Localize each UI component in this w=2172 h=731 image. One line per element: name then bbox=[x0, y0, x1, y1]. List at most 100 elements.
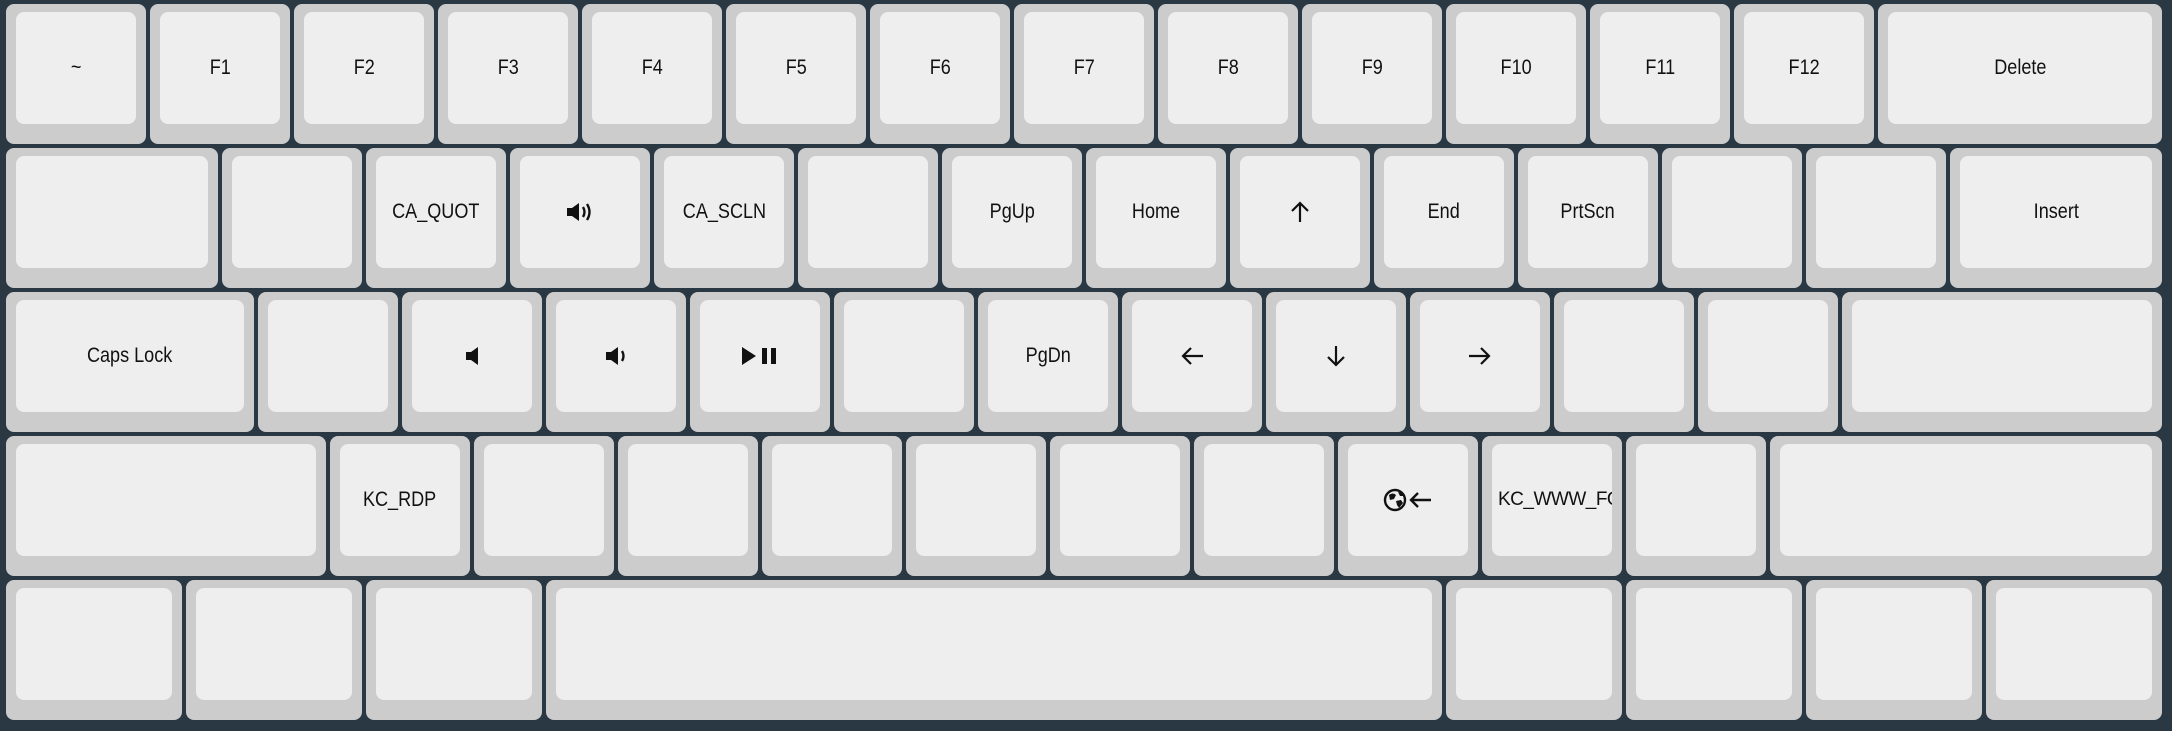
key-end[interactable]: End bbox=[1374, 148, 1514, 288]
key-delete[interactable]: Delete bbox=[1878, 4, 2162, 144]
key-label: KC_WWW_FORWARD bbox=[1498, 489, 1612, 510]
keycap bbox=[556, 588, 1432, 700]
key-blank[interactable] bbox=[1842, 292, 2162, 432]
key-f8[interactable]: F8 bbox=[1158, 4, 1298, 144]
key-blank[interactable] bbox=[6, 580, 182, 720]
key-blank[interactable] bbox=[1662, 148, 1802, 288]
key-home[interactable]: Home bbox=[1086, 148, 1226, 288]
browser-back-icon bbox=[1383, 487, 1433, 513]
keycap bbox=[916, 444, 1036, 556]
key-pgdn[interactable]: PgDn bbox=[978, 292, 1118, 432]
keycap bbox=[1060, 444, 1180, 556]
keycap: Insert bbox=[1960, 156, 2152, 268]
keycap bbox=[1276, 300, 1396, 412]
key-arrow-up[interactable] bbox=[1230, 148, 1370, 288]
key-label: Insert bbox=[2033, 200, 2079, 223]
key-label: F2 bbox=[353, 56, 375, 79]
key-mute[interactable] bbox=[402, 292, 542, 432]
keycap bbox=[1420, 300, 1540, 412]
key-label: F1 bbox=[209, 56, 231, 79]
key-blank[interactable] bbox=[1626, 580, 1802, 720]
key-f2[interactable]: F2 bbox=[294, 4, 434, 144]
key-blank[interactable] bbox=[1806, 148, 1946, 288]
keycap: F9 bbox=[1312, 12, 1432, 124]
key-label: Home bbox=[1131, 200, 1181, 223]
key-blank[interactable] bbox=[906, 436, 1046, 576]
key-f5[interactable]: F5 bbox=[726, 4, 866, 144]
key-blank[interactable] bbox=[222, 148, 362, 288]
key-blank[interactable] bbox=[798, 148, 938, 288]
keycap bbox=[1132, 300, 1252, 412]
key-insert[interactable]: Insert bbox=[1950, 148, 2162, 288]
key-f1[interactable]: F1 bbox=[150, 4, 290, 144]
arrow-up-icon bbox=[1289, 200, 1311, 224]
key-label: F5 bbox=[785, 56, 807, 79]
key-blank[interactable] bbox=[1050, 436, 1190, 576]
key-arrow-down[interactable] bbox=[1266, 292, 1406, 432]
key-pgup[interactable]: PgUp bbox=[942, 148, 1082, 288]
key-blank[interactable] bbox=[834, 292, 974, 432]
keycap: Home bbox=[1096, 156, 1216, 268]
keycap bbox=[1816, 588, 1972, 700]
key-browser-back[interactable] bbox=[1338, 436, 1478, 576]
key-f7[interactable]: F7 bbox=[1014, 4, 1154, 144]
key-kc-rdp[interactable]: KC_RDP bbox=[330, 436, 470, 576]
key-blank[interactable] bbox=[1986, 580, 2162, 720]
key-blank[interactable] bbox=[258, 292, 398, 432]
key-blank[interactable] bbox=[1194, 436, 1334, 576]
key-blank[interactable] bbox=[1770, 436, 2162, 576]
keycap bbox=[628, 444, 748, 556]
key-f12[interactable]: F12 bbox=[1734, 4, 1874, 144]
key-kc-www-forward[interactable]: KC_WWW_FORWARD bbox=[1482, 436, 1622, 576]
keycap bbox=[1852, 300, 2152, 412]
volume-up-icon bbox=[565, 201, 595, 223]
keycap: KC_RDP bbox=[340, 444, 460, 556]
key-blank[interactable] bbox=[474, 436, 614, 576]
key-label: KC_RDP bbox=[363, 488, 437, 511]
keycap bbox=[196, 588, 352, 700]
key-blank[interactable] bbox=[6, 436, 326, 576]
key-blank[interactable] bbox=[6, 148, 218, 288]
key-ca-scln[interactable]: CA_SCLN bbox=[654, 148, 794, 288]
key-f10[interactable]: F10 bbox=[1446, 4, 1586, 144]
key-label: Delete bbox=[1993, 56, 2047, 79]
keycap bbox=[1348, 444, 1468, 556]
key-blank[interactable] bbox=[186, 580, 362, 720]
key-label: F7 bbox=[1073, 56, 1095, 79]
arrow-down-icon bbox=[1325, 344, 1347, 368]
keycap bbox=[1780, 444, 2152, 556]
mute-icon bbox=[464, 345, 480, 367]
keycap: F5 bbox=[736, 12, 856, 124]
keycap: F6 bbox=[880, 12, 1000, 124]
key-f6[interactable]: F6 bbox=[870, 4, 1010, 144]
keycap: F2 bbox=[304, 12, 424, 124]
key-volume-down[interactable] bbox=[546, 292, 686, 432]
key-f9[interactable]: F9 bbox=[1302, 4, 1442, 144]
key-play-pause[interactable] bbox=[690, 292, 830, 432]
key-blank[interactable] bbox=[1806, 580, 1982, 720]
keycap bbox=[808, 156, 928, 268]
key-blank[interactable] bbox=[546, 580, 1442, 720]
key--[interactable]: ~ bbox=[6, 4, 146, 144]
key-blank[interactable] bbox=[618, 436, 758, 576]
keycap bbox=[268, 300, 388, 412]
key-blank[interactable] bbox=[762, 436, 902, 576]
key-arrow-right[interactable] bbox=[1410, 292, 1550, 432]
key-blank[interactable] bbox=[1554, 292, 1694, 432]
key-prtscn[interactable]: PrtScn bbox=[1518, 148, 1658, 288]
key-label: F11 bbox=[1645, 56, 1675, 79]
key-ca-quot[interactable]: CA_QUOT bbox=[366, 148, 506, 288]
key-f3[interactable]: F3 bbox=[438, 4, 578, 144]
key-label: PrtScn bbox=[1560, 200, 1616, 223]
key-volume-up[interactable] bbox=[510, 148, 650, 288]
key-blank[interactable] bbox=[1698, 292, 1838, 432]
key-blank[interactable] bbox=[1626, 436, 1766, 576]
key-f11[interactable]: F11 bbox=[1590, 4, 1730, 144]
key-label: F6 bbox=[929, 56, 951, 79]
key-f4[interactable]: F4 bbox=[582, 4, 722, 144]
key-blank[interactable] bbox=[1446, 580, 1622, 720]
key-arrow-left[interactable] bbox=[1122, 292, 1262, 432]
keycap bbox=[1240, 156, 1360, 268]
key-blank[interactable] bbox=[366, 580, 542, 720]
key-caps-lock[interactable]: Caps Lock bbox=[6, 292, 254, 432]
